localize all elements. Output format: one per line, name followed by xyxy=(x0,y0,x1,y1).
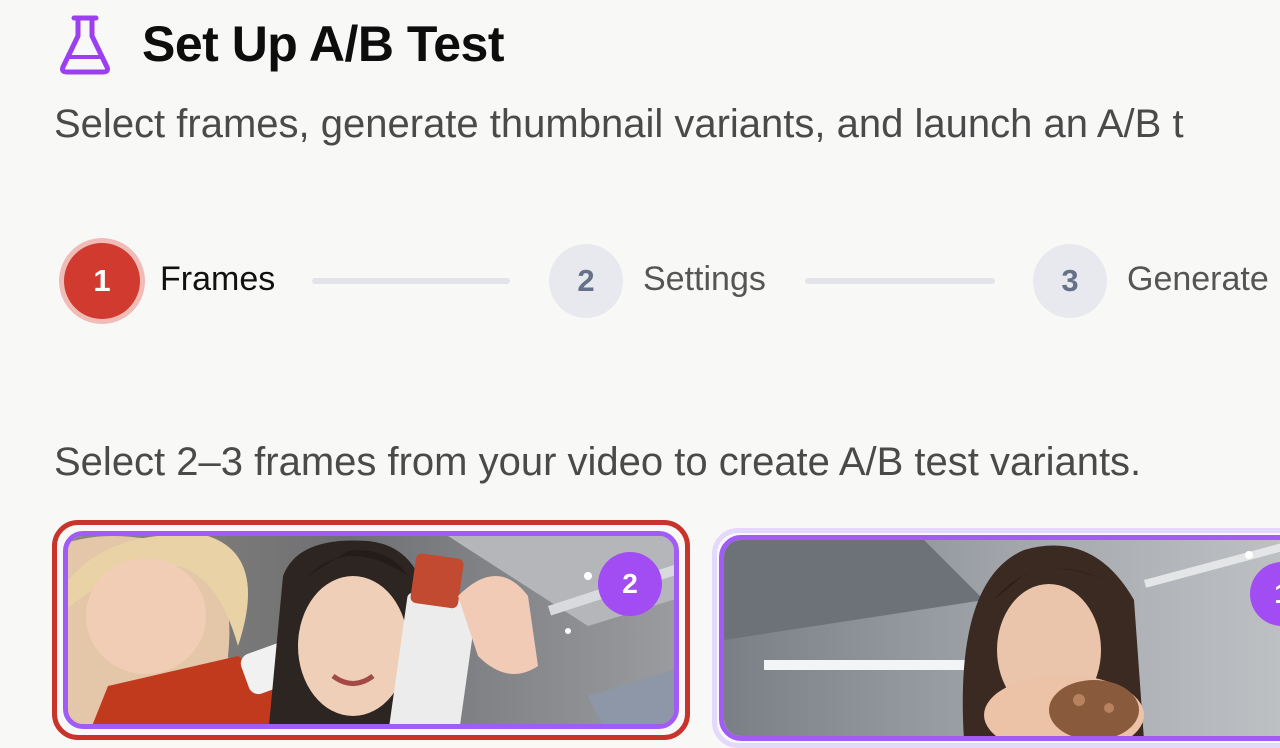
page-subtitle: Select frames, generate thumbnail varian… xyxy=(54,102,1184,146)
frame-card-selected[interactable]: 2 xyxy=(52,520,690,740)
step-2-label[interactable]: Settings xyxy=(643,260,766,299)
step-3-indicator[interactable]: 3 xyxy=(1033,244,1107,318)
progress-stepper: 1 Frames 2 Settings 3 Generate xyxy=(0,240,1280,324)
video-frame-image xyxy=(68,536,674,724)
page-title: Set Up A/B Test xyxy=(142,16,504,72)
video-frame-image xyxy=(724,540,1280,736)
step-2-indicator[interactable]: 2 xyxy=(549,244,623,318)
frame-selection-instruction: Select 2–3 frames from your video to cre… xyxy=(54,440,1142,484)
frame-thumbnail[interactable]: 1 xyxy=(719,535,1280,741)
frame-card[interactable]: 1 xyxy=(712,528,1280,748)
flask-icon xyxy=(58,12,112,76)
frame-order-badge: 2 xyxy=(598,552,662,616)
step-connector xyxy=(312,278,510,284)
step-connector xyxy=(805,278,995,284)
step-3-label[interactable]: Generate xyxy=(1127,260,1269,299)
step-1-indicator[interactable]: 1 xyxy=(64,243,140,319)
step-1-label[interactable]: Frames xyxy=(160,260,275,299)
page-header: Set Up A/B Test xyxy=(58,12,504,76)
frame-thumbnail[interactable]: 2 xyxy=(63,531,679,729)
